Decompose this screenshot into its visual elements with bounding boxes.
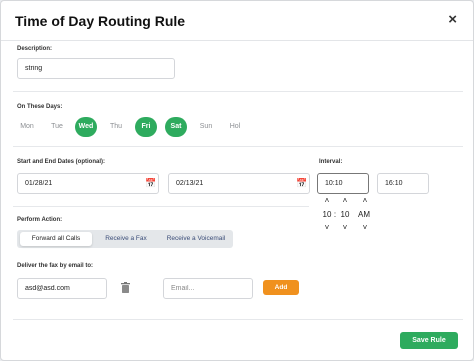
- days-label: On These Days:: [17, 104, 63, 110]
- action-option[interactable]: Receive a Fax: [95, 232, 157, 246]
- interval-end-input[interactable]: [377, 173, 429, 194]
- interval-label: Interval:: [319, 159, 343, 165]
- interval-start-input[interactable]: [317, 173, 369, 194]
- calendar-icon[interactable]: 📅: [145, 178, 156, 189]
- description-label: Description:: [17, 46, 53, 52]
- minute-up-icon[interactable]: ˄: [339, 196, 351, 205]
- save-rule-button[interactable]: Save Rule: [400, 332, 458, 349]
- time-picker: ˄ ˄ ˄ 10 : 10 AM ˅ ˅ ˅: [317, 196, 375, 232]
- day-tue[interactable]: Tue: [46, 117, 68, 137]
- end-date-input[interactable]: [168, 173, 310, 194]
- ampm-down-icon[interactable]: ˅: [359, 223, 371, 232]
- day-mon[interactable]: Mon: [16, 117, 38, 137]
- routing-rule-modal: Time of Day Routing Rule × Description: …: [0, 0, 474, 361]
- modal-header: Time of Day Routing Rule ×: [1, 1, 473, 41]
- fax-email-value[interactable]: [17, 278, 107, 299]
- trash-icon[interactable]: [121, 282, 130, 293]
- day-wed[interactable]: Wed: [75, 117, 97, 137]
- day-sat[interactable]: Sat: [165, 117, 187, 137]
- time-separator: :: [333, 210, 337, 219]
- minute-down-icon[interactable]: ˅: [339, 223, 351, 232]
- day-hol[interactable]: Hol: [224, 117, 246, 137]
- calendar-icon[interactable]: 📅: [296, 178, 307, 189]
- divider: [13, 206, 309, 207]
- add-email-button[interactable]: Add: [263, 280, 299, 295]
- action-option[interactable]: Forward all Calls: [20, 232, 92, 246]
- close-icon[interactable]: ×: [448, 12, 457, 28]
- day-thu[interactable]: Thu: [105, 117, 127, 137]
- dates-label: Start and End Dates (optional):: [17, 159, 106, 165]
- action-segmented-control: Forward all Calls Receive a Fax Receive a …: [17, 230, 233, 248]
- day-fri[interactable]: Fri: [135, 117, 157, 137]
- action-label: Perform Action:: [17, 217, 63, 223]
- start-date-input[interactable]: [17, 173, 159, 194]
- divider: [13, 319, 463, 320]
- hour-down-icon[interactable]: ˅: [321, 223, 333, 232]
- ampm-up-icon[interactable]: ˄: [359, 196, 371, 205]
- minute-value[interactable]: 10: [339, 210, 351, 219]
- day-sun[interactable]: Sun: [195, 117, 217, 137]
- modal-title: Time of Day Routing Rule: [15, 13, 186, 29]
- ampm-value[interactable]: AM: [355, 210, 373, 219]
- divider: [13, 146, 463, 147]
- hour-up-icon[interactable]: ˄: [321, 196, 333, 205]
- fax-label: Deliver the fax by email to:: [17, 263, 94, 269]
- description-input[interactable]: [17, 58, 175, 79]
- divider: [13, 91, 463, 92]
- action-option[interactable]: Receive a Voicemail: [161, 232, 231, 246]
- fax-email-input[interactable]: [163, 278, 253, 299]
